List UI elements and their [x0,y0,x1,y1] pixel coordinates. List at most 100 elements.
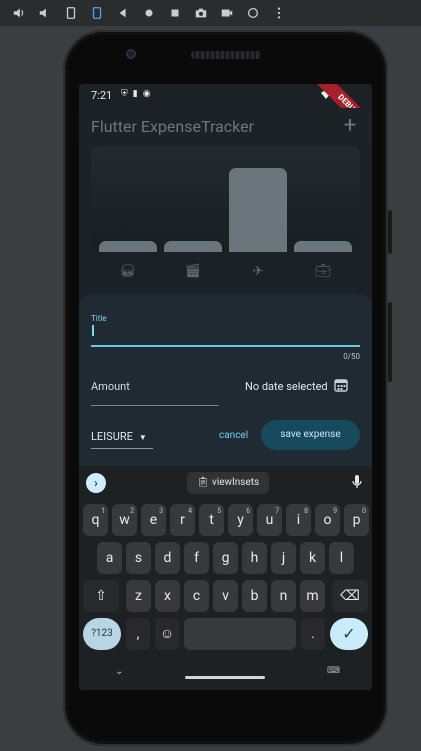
microphone-icon[interactable] [351,474,363,490]
amount-field[interactable]: Amount [91,380,130,393]
backspace-key[interactable]: ⌫ [332,580,368,612]
key-t[interactable]: t5 [199,504,224,536]
symbols-key[interactable]: ?123 [83,618,121,650]
sim-icon: ▮ [132,89,138,99]
space-key[interactable] [184,618,296,650]
key-r[interactable]: r4 [170,504,195,536]
key-label: d [163,550,172,566]
power-button[interactable] [388,210,392,254]
period-key[interactable]: . [301,618,325,650]
key-x[interactable]: x [155,580,180,612]
save-expense-button[interactable]: save expense [261,420,360,450]
clipboard-icon: 📋︎ [196,477,210,488]
key-label: b [250,588,259,604]
key-label: t [209,512,214,528]
overview-icon[interactable] [162,0,188,26]
home-gesture-pill[interactable] [185,676,265,679]
key-label: e [149,512,158,528]
category-dropdown[interactable]: LEISURE ▼ [91,430,147,443]
key-label: l [339,550,344,566]
title-input[interactable] [92,325,94,336]
key-c[interactable]: c [184,580,209,612]
key-label: c [192,588,201,604]
key-label: n [279,588,288,604]
key-digit-hint: 0 [362,507,366,515]
chevron-right-icon[interactable]: › [86,473,106,493]
status-time: 7:21 [91,89,113,102]
key-f[interactable]: f [184,542,209,574]
shift-key[interactable]: ⇧ [83,580,119,612]
key-digit-hint: 1 [101,507,105,515]
hide-keyboard-icon[interactable]: ⌄ [115,666,123,677]
more-icon[interactable] [266,0,292,26]
key-o[interactable]: o9 [315,504,340,536]
amount-field-underline [91,405,219,406]
emoji-key[interactable]: ☺ [155,618,179,650]
chart-bar-leisure [164,241,222,252]
food-icon: 🍔︎ [119,264,137,279]
key-w[interactable]: w2 [112,504,137,536]
add-expense-button[interactable]: + [338,114,362,138]
key-digit-hint: 4 [188,507,192,515]
key-q[interactable]: q1 [83,504,108,536]
calendar-icon[interactable] [334,378,348,392]
key-l[interactable]: l [329,542,354,574]
category-value: LEISURE [91,430,133,443]
app-title: Flutter ExpenseTracker [91,117,254,136]
shield-icon: ⛨ [121,89,128,99]
title-char-counter: 0/50 [343,352,360,361]
key-s[interactable]: s [126,542,151,574]
comma-key[interactable]: , [126,618,150,650]
key-e[interactable]: e3 [141,504,166,536]
key-label: j [281,550,286,566]
key-y[interactable]: y6 [228,504,253,536]
key-digit-hint: 6 [246,507,250,515]
done-key[interactable]: ✓ [330,618,368,650]
key-label: a [105,550,114,566]
key-digit-hint: 8 [304,507,308,515]
suggestion-strip: › 📋︎ viewInsets [79,466,372,498]
key-k[interactable]: k [300,542,325,574]
volume-down-icon[interactable] [32,0,58,26]
key-m[interactable]: m [300,580,325,612]
key-p[interactable]: p0 [344,504,369,536]
key-h[interactable]: h [242,542,267,574]
work-icon: 💼︎ [314,264,332,279]
key-label: u [265,512,274,528]
key-d[interactable]: d [155,542,180,574]
key-label: m [306,588,319,604]
key-i[interactable]: i8 [286,504,311,536]
navigation-bar: ⌄ ⌨ [79,664,372,690]
keyboard-switch-icon[interactable]: ⌨ [327,666,340,676]
home-icon[interactable] [136,0,162,26]
camera-icon[interactable] [188,0,214,26]
key-z[interactable]: z [126,580,151,612]
clipboard-suggestion-chip[interactable]: 📋︎ viewInsets [187,472,269,494]
key-g[interactable]: g [213,542,238,574]
key-label: k [308,550,317,566]
front-camera [126,49,136,59]
video-icon[interactable] [214,0,240,26]
clipboard-suggestion-text: viewInsets [211,477,260,488]
key-u[interactable]: u7 [257,504,282,536]
key-digit-hint: 7 [275,507,279,515]
cancel-button[interactable]: cancel [219,430,248,441]
key-digit-hint: 9 [333,507,337,515]
key-label: o [323,512,332,528]
key-label: i [296,512,301,528]
expense-chart: 🍔︎ 🎬︎ ✈︎ 💼︎ [91,146,360,292]
key-label: f [194,550,199,566]
rotate-right-icon[interactable] [84,0,110,26]
key-n[interactable]: n [271,580,296,612]
volume-up-icon[interactable] [6,0,32,26]
rotate-left-icon[interactable] [58,0,84,26]
key-j[interactable]: j [271,542,296,574]
key-v[interactable]: v [213,580,238,612]
back-icon[interactable] [110,0,136,26]
key-b[interactable]: b [242,580,267,612]
volume-rocker[interactable] [388,302,392,382]
key-a[interactable]: a [97,542,122,574]
title-field-label: Title [91,314,107,323]
replay-icon[interactable] [240,0,266,26]
key-label: g [221,550,230,566]
